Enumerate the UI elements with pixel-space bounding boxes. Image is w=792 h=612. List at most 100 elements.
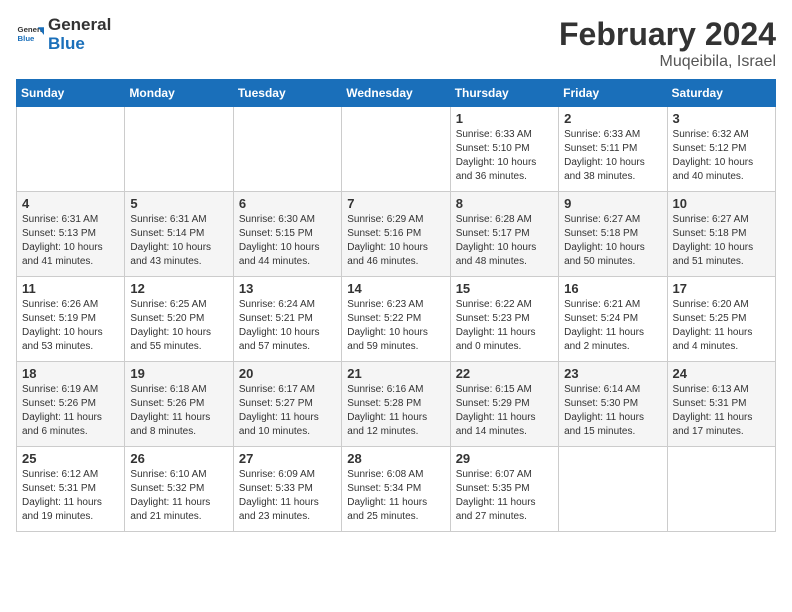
calendar-cell: 12Sunrise: 6:25 AM Sunset: 5:20 PM Dayli… bbox=[125, 277, 233, 362]
day-number: 29 bbox=[456, 451, 553, 466]
day-info: Sunrise: 6:26 AM Sunset: 5:19 PM Dayligh… bbox=[22, 298, 119, 354]
location: Muqeibila, Israel bbox=[559, 53, 776, 71]
day-info: Sunrise: 6:31 AM Sunset: 5:14 PM Dayligh… bbox=[130, 213, 227, 269]
title-block: February 2024 Muqeibila, Israel bbox=[559, 16, 776, 71]
day-number: 21 bbox=[347, 366, 444, 381]
logo: General Blue General Blue bbox=[16, 16, 111, 53]
calendar-cell: 5 Sunrise: 6:31 AM Sunset: 5:14 PM Daylig… bbox=[125, 192, 233, 277]
calendar-cell: 7 Sunrise: 6:29 AM Sunset: 5:16 PM Daylig… bbox=[342, 192, 450, 277]
calendar-cell: 13 Sunrise: 6:24 AM Sunset: 5:21 PM Dayli… bbox=[233, 277, 341, 362]
calendar-cell: 18 Sunrise: 6:19 AM Sunset: 5:26 PM Dayli… bbox=[17, 362, 125, 447]
weekday-header: Thursday bbox=[450, 80, 558, 107]
calendar-cell: 26 Sunrise: 6:10 AM Sunset: 5:32 PM Dayli… bbox=[125, 447, 233, 532]
day-info: Sunrise: 6:28 AM Sunset: 5:17 PM Dayligh… bbox=[456, 213, 553, 269]
day-number: 24 bbox=[673, 366, 770, 381]
calendar-cell: 9 Sunrise: 6:27 AM Sunset: 5:18 PM Daylig… bbox=[559, 192, 667, 277]
day-number: 8 bbox=[456, 196, 553, 211]
calendar-cell bbox=[17, 107, 125, 192]
day-info: Sunrise: 6:33 AM Sunset: 5:10 PM Dayligh… bbox=[456, 128, 553, 184]
day-number: 25 bbox=[22, 451, 119, 466]
day-info: Sunrise: 6:27 AM Sunset: 5:18 PM Dayligh… bbox=[564, 213, 661, 269]
svg-text:Blue: Blue bbox=[18, 34, 36, 43]
calendar-cell: 20 Sunrise: 6:17 AM Sunset: 5:27 PM Dayli… bbox=[233, 362, 341, 447]
day-number: 14 bbox=[347, 281, 444, 296]
day-info: Sunrise: 6:32 AM Sunset: 5:12 PM Dayligh… bbox=[673, 128, 770, 184]
calendar-cell bbox=[233, 107, 341, 192]
day-number: 9 bbox=[564, 196, 661, 211]
calendar-cell bbox=[125, 107, 233, 192]
calendar-cell: 15 Sunrise: 6:22 AM Sunset: 5:23 PM Dayli… bbox=[450, 277, 558, 362]
weekday-header: Friday bbox=[559, 80, 667, 107]
logo-general: General bbox=[48, 15, 111, 34]
day-info: Sunrise: 6:18 AM Sunset: 5:26 PM Dayligh… bbox=[130, 383, 227, 439]
day-number: 6 bbox=[239, 196, 336, 211]
calendar-cell: 10 Sunrise: 6:27 AM Sunset: 5:18 PM Dayli… bbox=[667, 192, 775, 277]
calendar-cell: 29Sunrise: 6:07 AM Sunset: 5:35 PM Dayli… bbox=[450, 447, 558, 532]
day-info: Sunrise: 6:08 AM Sunset: 5:34 PM Dayligh… bbox=[347, 468, 444, 524]
weekday-header: Tuesday bbox=[233, 80, 341, 107]
calendar-cell: 19 Sunrise: 6:18 AM Sunset: 5:26 PM Dayli… bbox=[125, 362, 233, 447]
month-title: February 2024 bbox=[559, 16, 776, 53]
day-number: 10 bbox=[673, 196, 770, 211]
calendar-cell: 28 Sunrise: 6:08 AM Sunset: 5:34 PM Dayli… bbox=[342, 447, 450, 532]
calendar-cell: 2 Sunrise: 6:33 AM Sunset: 5:11 PM Daylig… bbox=[559, 107, 667, 192]
calendar-header: SundayMondayTuesdayWednesdayThursdayFrid… bbox=[17, 80, 776, 107]
calendar-cell: 16Sunrise: 6:21 AM Sunset: 5:24 PM Dayli… bbox=[559, 277, 667, 362]
calendar-cell bbox=[667, 447, 775, 532]
calendar-cell: 23 Sunrise: 6:14 AM Sunset: 5:30 PM Dayli… bbox=[559, 362, 667, 447]
calendar-cell: 6 Sunrise: 6:30 AM Sunset: 5:15 PM Daylig… bbox=[233, 192, 341, 277]
day-number: 2 bbox=[564, 111, 661, 126]
day-info: Sunrise: 6:19 AM Sunset: 5:26 PM Dayligh… bbox=[22, 383, 119, 439]
day-number: 17 bbox=[673, 281, 770, 296]
day-number: 23 bbox=[564, 366, 661, 381]
day-info: Sunrise: 6:10 AM Sunset: 5:32 PM Dayligh… bbox=[130, 468, 227, 524]
calendar-cell bbox=[559, 447, 667, 532]
weekday-header: Monday bbox=[125, 80, 233, 107]
day-info: Sunrise: 6:17 AM Sunset: 5:27 PM Dayligh… bbox=[239, 383, 336, 439]
day-number: 20 bbox=[239, 366, 336, 381]
day-info: Sunrise: 6:15 AM Sunset: 5:29 PM Dayligh… bbox=[456, 383, 553, 439]
day-number: 3 bbox=[673, 111, 770, 126]
day-number: 15 bbox=[456, 281, 553, 296]
day-info: Sunrise: 6:09 AM Sunset: 5:33 PM Dayligh… bbox=[239, 468, 336, 524]
day-info: Sunrise: 6:33 AM Sunset: 5:11 PM Dayligh… bbox=[564, 128, 661, 184]
calendar-cell: 25 Sunrise: 6:12 AM Sunset: 5:31 PM Dayli… bbox=[17, 447, 125, 532]
day-number: 27 bbox=[239, 451, 336, 466]
calendar-cell: 17Sunrise: 6:20 AM Sunset: 5:25 PM Dayli… bbox=[667, 277, 775, 362]
day-number: 19 bbox=[130, 366, 227, 381]
calendar-cell: 1 Sunrise: 6:33 AM Sunset: 5:10 PM Daylig… bbox=[450, 107, 558, 192]
day-info: Sunrise: 6:23 AM Sunset: 5:22 PM Dayligh… bbox=[347, 298, 444, 354]
day-number: 13 bbox=[239, 281, 336, 296]
calendar-table: SundayMondayTuesdayWednesdayThursdayFrid… bbox=[16, 79, 776, 532]
day-number: 5 bbox=[130, 196, 227, 211]
calendar-cell: 3 Sunrise: 6:32 AM Sunset: 5:12 PM Daylig… bbox=[667, 107, 775, 192]
day-info: Sunrise: 6:14 AM Sunset: 5:30 PM Dayligh… bbox=[564, 383, 661, 439]
calendar-cell: 27 Sunrise: 6:09 AM Sunset: 5:33 PM Dayli… bbox=[233, 447, 341, 532]
calendar-cell: 21 Sunrise: 6:16 AM Sunset: 5:28 PM Dayli… bbox=[342, 362, 450, 447]
day-info: Sunrise: 6:27 AM Sunset: 5:18 PM Dayligh… bbox=[673, 213, 770, 269]
weekday-header: Wednesday bbox=[342, 80, 450, 107]
calendar-cell: 24 Sunrise: 6:13 AM Sunset: 5:31 PM Dayli… bbox=[667, 362, 775, 447]
calendar-cell: 22 Sunrise: 6:15 AM Sunset: 5:29 PM Dayli… bbox=[450, 362, 558, 447]
day-info: Sunrise: 6:13 AM Sunset: 5:31 PM Dayligh… bbox=[673, 383, 770, 439]
day-number: 11 bbox=[22, 281, 119, 296]
day-number: 1 bbox=[456, 111, 553, 126]
calendar-cell: 8 Sunrise: 6:28 AM Sunset: 5:17 PM Daylig… bbox=[450, 192, 558, 277]
day-info: Sunrise: 6:24 AM Sunset: 5:21 PM Dayligh… bbox=[239, 298, 336, 354]
calendar-cell bbox=[342, 107, 450, 192]
day-number: 16 bbox=[564, 281, 661, 296]
calendar-cell: 4Sunrise: 6:31 AM Sunset: 5:13 PM Daylig… bbox=[17, 192, 125, 277]
day-info: Sunrise: 6:29 AM Sunset: 5:16 PM Dayligh… bbox=[347, 213, 444, 269]
day-number: 18 bbox=[22, 366, 119, 381]
day-number: 22 bbox=[456, 366, 553, 381]
day-info: Sunrise: 6:16 AM Sunset: 5:28 PM Dayligh… bbox=[347, 383, 444, 439]
day-number: 26 bbox=[130, 451, 227, 466]
calendar-cell: 14 Sunrise: 6:23 AM Sunset: 5:22 PM Dayli… bbox=[342, 277, 450, 362]
day-info: Sunrise: 6:30 AM Sunset: 5:15 PM Dayligh… bbox=[239, 213, 336, 269]
day-info: Sunrise: 6:22 AM Sunset: 5:23 PM Dayligh… bbox=[456, 298, 553, 354]
day-info: Sunrise: 6:25 AM Sunset: 5:20 PM Dayligh… bbox=[130, 298, 227, 354]
day-number: 4 bbox=[22, 196, 119, 211]
day-info: Sunrise: 6:12 AM Sunset: 5:31 PM Dayligh… bbox=[22, 468, 119, 524]
day-number: 28 bbox=[347, 451, 444, 466]
day-number: 7 bbox=[347, 196, 444, 211]
